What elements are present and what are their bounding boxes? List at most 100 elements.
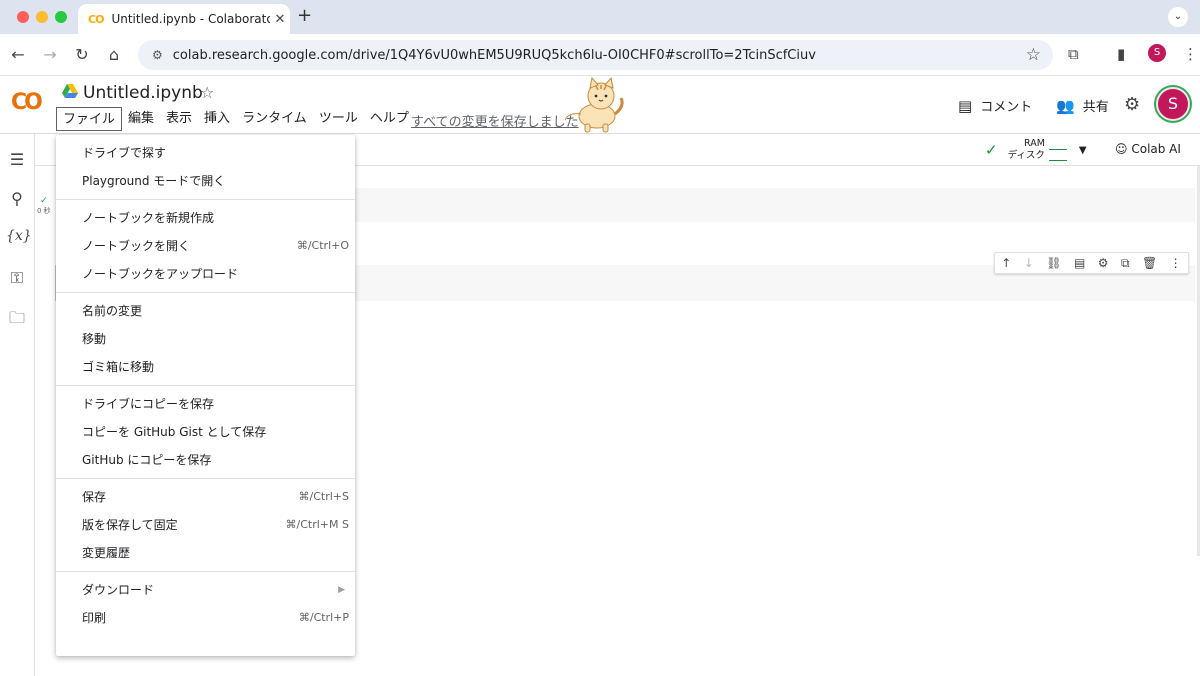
file-menu-item[interactable]: ノートブックを開く ⌘/Ctrl+O [56,232,355,260]
profile-avatar[interactable]: S [1148,44,1166,62]
comment-button[interactable]: ▤ コメント [958,96,1033,116]
cell-toolbar: ↑ ↓ ⛓ ▤ ⚙ ⧉ 🗑 ⋮ [994,252,1189,274]
back-icon[interactable]: ← [8,45,28,64]
exec-check-icon: ✓ [40,196,48,206]
exec-time: 0 秒 [37,207,51,215]
menu-item-label: 移動 [82,332,107,346]
cat-mascot-icon [564,76,624,133]
colab-logo[interactable]: CO [11,90,43,115]
delete-icon[interactable]: 🗑 [1142,256,1157,270]
url-text: colab.research.google.com/drive/1Q4Y6vU0… [172,47,816,63]
side-panel-icon[interactable]: ▮ [1117,45,1125,63]
menu-view[interactable]: 表示 [160,107,198,131]
minimize-window-button[interactable] [36,11,48,23]
file-menu-item[interactable]: ドライブにコピーを保存 [56,390,355,418]
cell-settings-icon[interactable]: ⚙ [1098,256,1109,270]
bookmark-star-icon[interactable]: ☆ [1026,45,1041,65]
new-tab-icon[interactable]: + [297,5,312,26]
disk-label: ディスク [1007,150,1045,161]
menu-item-label: ノートブックを開く [82,239,191,253]
comment-cell-icon[interactable]: ▤ [1074,256,1085,270]
files-folder-icon[interactable]: 🗀 [6,307,28,334]
close-window-button[interactable] [17,11,29,23]
menu-item-label: コピーを GitHub Gist として保存 [82,425,267,439]
forward-icon[interactable]: → [40,45,60,64]
variables-icon[interactable]: {x} [6,228,32,244]
menu-bar: ファイル 編集 表示 挿入 ランタイム ツール ヘルプ [56,107,415,131]
file-menu-item[interactable]: ダウンロード ▶ [56,576,355,604]
close-tab-icon[interactable]: ✕ [270,12,290,27]
connected-check-icon: ✓ [985,141,998,159]
menu-tools[interactable]: ツール [313,107,364,131]
secrets-key-icon[interactable]: ⚿ [6,268,28,288]
menu-help[interactable]: ヘルプ [364,107,415,131]
runtime-dropdown-icon[interactable]: ▼ [1079,145,1087,156]
account-avatar[interactable]: S [1156,87,1190,121]
browser-tab-strip: CO Untitled.ipynb - Colaboratory ✕ + ⌄ [0,0,1200,34]
menu-item-label: ダウンロード [82,583,155,597]
zoom-window-button[interactable] [55,11,67,23]
link-icon[interactable]: ⛓ [1046,256,1061,270]
extensions-icon[interactable]: ⧉ [1068,45,1079,63]
site-info-icon[interactable]: ⚙ [152,48,163,62]
browser-toolbar: ← → ↻ ⌂ ⚙ colab.research.google.com/driv… [0,34,1200,76]
file-menu-item[interactable]: 保存 ⌘/Ctrl+S [56,483,355,511]
star-notebook-icon[interactable]: ☆ [200,83,214,102]
home-icon[interactable]: ⌂ [104,45,124,64]
menu-file[interactable]: ファイル [56,107,123,131]
file-menu-item[interactable]: ノートブックを新規作成 [56,204,355,232]
file-menu-item[interactable]: 変更履歴 [56,539,355,567]
more-options-icon[interactable]: ⋮ [1170,256,1182,270]
colab-header: CO Untitled.ipynb ☆ ファイル 編集 表示 挿入 ランタイム … [0,76,1200,134]
share-button[interactable]: 👥 共有 [1056,96,1109,116]
file-menu-item[interactable]: GitHub にコピーを保存 [56,446,355,474]
submenu-arrow-icon: ▶ [338,585,345,595]
save-status-link[interactable]: すべての変更を保存しました [411,111,579,130]
menu-runtime[interactable]: ランタイム [236,107,313,131]
search-icon[interactable]: ⚲ [6,189,28,208]
menu-group: 保存 ⌘/Ctrl+S 版を保存して固定 ⌘/Ctrl+M S 変更履歴 [56,479,355,572]
menu-item-shortcut: ⌘/Ctrl+O [296,239,349,252]
colab-favicon-icon: CO [88,12,104,26]
chrome-menu-icon[interactable]: ⋮ [1183,45,1198,63]
browser-tab[interactable]: CO Untitled.ipynb - Colaboratory ✕ [78,4,290,34]
mirror-cell-icon[interactable]: ⧉ [1121,256,1130,271]
menu-item-shortcut: ⌘/Ctrl+S [298,490,349,503]
menu-group: ノートブックを新規作成ノートブックを開く ⌘/Ctrl+O ノートブックをアップロー… [56,200,355,293]
file-menu-item[interactable]: Playground モードで開く [56,167,355,195]
runtime-status[interactable]: ✓ RAM ディスク ▼ [985,138,1087,162]
reload-icon[interactable]: ↻ [72,45,92,64]
colab-ai-button[interactable]: ☺ Colab AI [1115,142,1181,156]
cell-exec-status: ✓ 0 秒 [37,196,51,216]
menu-edit[interactable]: 編集 [122,107,160,131]
menu-item-label: GitHub にコピーを保存 [82,453,212,467]
menu-item-label: 名前の変更 [82,304,143,318]
comment-icon: ▤ [958,96,973,115]
menu-group: ダウンロード ▶ 印刷 ⌘/Ctrl+P [56,572,355,636]
file-menu-item[interactable]: 印刷 ⌘/Ctrl+P [56,604,355,632]
menu-item-label: ドライブにコピーを保存 [82,397,215,411]
google-drive-icon[interactable] [62,84,78,98]
menu-item-shortcut: ⌘/Ctrl+M S [285,518,349,531]
file-menu-item[interactable]: ゴミ箱に移動 [56,353,355,381]
file-menu-item[interactable]: 移動 [56,325,355,353]
menu-group: ドライブで探す Playground モードで開く [56,135,355,200]
menu-insert[interactable]: 挿入 [198,107,236,131]
menu-item-label: ノートブックをアップロード [82,267,239,281]
address-bar[interactable]: ⚙ colab.research.google.com/drive/1Q4Y6v… [138,40,1053,70]
table-of-contents-icon[interactable]: ☰ [6,150,28,169]
comment-label: コメント [980,100,1033,115]
file-menu-dropdown: ドライブで探す Playground モードで開く ノートブックを新規作成 ノートブッ… [56,135,355,656]
move-up-icon[interactable]: ↑ [1001,256,1011,270]
tab-search-icon[interactable]: ⌄ [1168,7,1188,27]
settings-gear-icon[interactable]: ⚙ [1124,94,1140,115]
file-menu-item[interactable]: 版を保存して固定 ⌘/Ctrl+M S [56,511,355,539]
file-menu-item[interactable]: 名前の変更 [56,297,355,325]
file-menu-item[interactable]: ドライブで探す [56,139,355,167]
file-menu-item[interactable]: ノートブックをアップロード [56,260,355,288]
file-menu-item[interactable]: コピーを GitHub Gist として保存 [56,418,355,446]
notebook-title[interactable]: Untitled.ipynb [83,83,203,103]
menu-item-label: ゴミ箱に移動 [82,360,155,374]
move-down-icon[interactable]: ↓ [1024,256,1034,270]
menu-item-label: ドライブで探す [82,146,167,160]
